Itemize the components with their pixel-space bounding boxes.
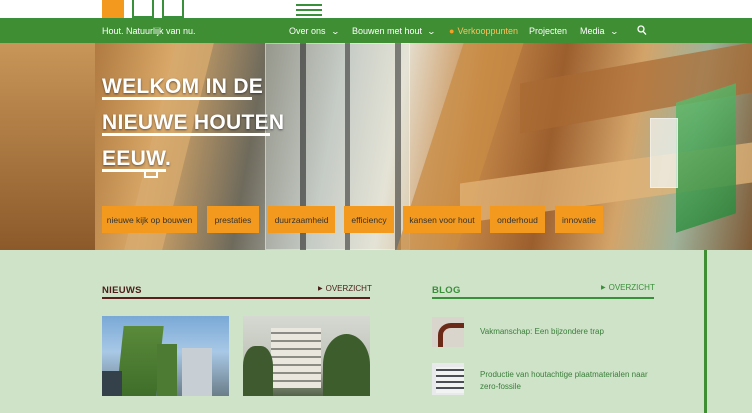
nav-item-over-ons[interactable]: Over ons ⌄ [289,26,340,36]
hero-button-duurzaamheid[interactable]: duurzaamheid [268,206,335,233]
hero-button-innovatie[interactable]: innovatie [555,206,603,233]
news-title: NIEUWS [102,285,142,296]
news-rule [102,297,370,299]
site-tagline: Hout. Natuurlijk van nu. [102,26,196,36]
hero-title-line-2: NIEUWE HOUTEN [102,111,285,134]
hero-title-line-3: EEUW. [102,147,172,170]
blog-item-title-2[interactable]: Productie van houtachtige plaatmateriale… [480,369,655,393]
news-overview-link[interactable]: ▶ OVERZICHT [318,284,372,293]
hero-bg-green-glass [676,83,736,233]
blog-thumbnail-2[interactable] [432,363,464,395]
logo-outline-block [132,0,154,18]
nav-item-projecten[interactable]: Projecten [529,26,567,36]
hero-speech-tab [144,172,158,178]
blog-thumbnail-1[interactable] [432,317,464,347]
hero-title-line-1: WELKOM IN DE [102,75,264,98]
search-icon[interactable] [637,25,647,36]
hero-button-efficiency[interactable]: efficiency [344,206,394,233]
blog-rule [432,297,654,299]
triangle-right-icon: ▶ [601,285,606,291]
blog-overview-link[interactable]: ▶ OVERZICHT [601,283,655,292]
blog-item-title-1[interactable]: Vakmanschap: Een bijzondere trap [480,326,650,338]
blog-thumb-panels [436,367,464,393]
hero-button-prestaties[interactable]: prestaties [207,206,259,233]
hero-bg-column [395,43,401,250]
vertical-divider [704,250,707,413]
hero-button-kansen-voor-hout[interactable]: kansen voor hout [403,206,481,233]
hero-bg-wood [0,43,95,250]
hero-underline [102,133,270,136]
chevron-down-icon: ⌄ [426,26,437,36]
hero-underline [102,97,252,100]
blog-thumb-stair [438,323,464,347]
news-thumb-dark-building [102,371,122,396]
news-thumb-grey-building [182,348,212,396]
news-thumb-green-building [157,344,177,396]
map-pin-icon: ● [449,26,455,36]
nav-item-verkooppunten[interactable]: ● Verkooppunten [449,26,518,36]
blog-title: BLOG [432,285,461,296]
news-thumb-trees [323,334,370,396]
triangle-right-icon: ▶ [318,286,323,292]
news-thumbnail-2[interactable] [243,316,370,396]
hero-bg-window [650,118,678,188]
hero-banner: WELKOM IN DE NIEUWE HOUTEN EEUW. nieuwe … [0,43,752,250]
chevron-down-icon: ⌄ [330,26,340,36]
logo-orange-block [102,0,124,18]
top-strip [0,0,752,20]
news-thumb-white-building [271,328,321,388]
news-thumb-trees [243,346,273,396]
main-navbar: Hout. Natuurlijk van nu. Over ons ⌄ Bouwe… [0,20,752,43]
logo-bars [296,4,322,16]
chevron-down-icon: ⌄ [609,26,619,36]
nav-item-bouwen-met-hout[interactable]: Bouwen met hout ⌄ [352,26,437,36]
nav-item-media[interactable]: Media ⌄ [580,26,619,36]
logo-outline-block [162,0,184,18]
hero-button-onderhoud[interactable]: onderhoud [490,206,545,233]
news-thumbnail-1[interactable] [102,316,229,396]
hero-button-nieuwe-kijk[interactable]: nieuwe kijk op bouwen [102,206,197,233]
